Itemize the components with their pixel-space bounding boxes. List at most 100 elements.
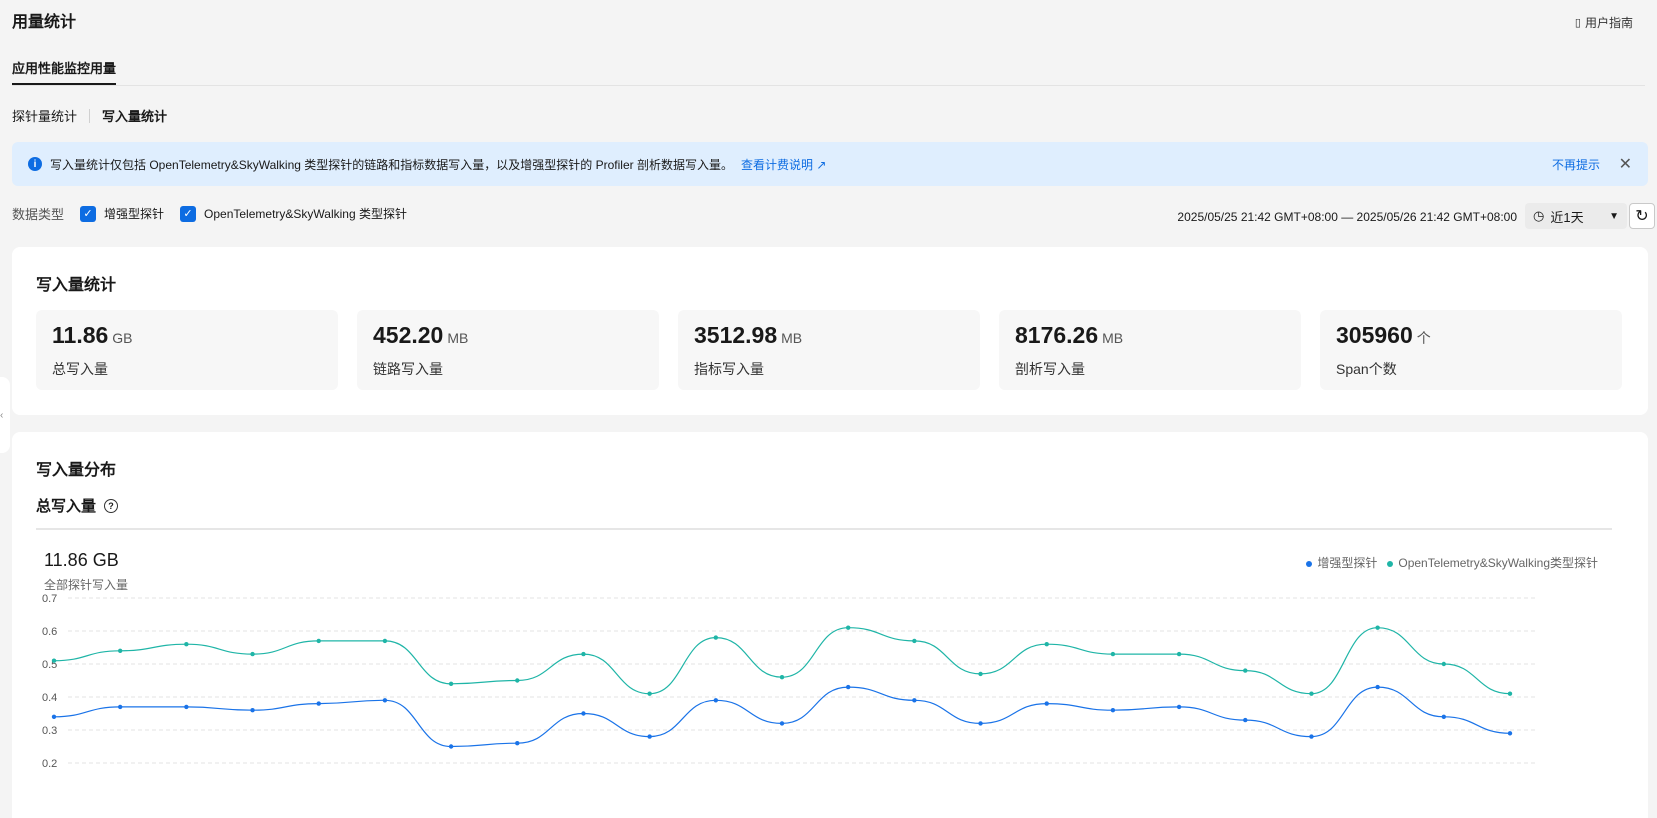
stat-unit: MB — [781, 330, 803, 346]
data-point — [1243, 717, 1248, 723]
data-point — [448, 681, 454, 686]
checkbox-label: 增强型探针 — [104, 207, 165, 221]
data-point — [647, 691, 652, 696]
data-point — [515, 741, 520, 746]
data-point — [978, 721, 983, 726]
stat-value: 3512.98 — [694, 322, 778, 348]
stat-label: 剖析写入量 — [1015, 361, 1085, 377]
checkbox-otel-probe[interactable]: ✓ OpenTelemetry&SkyWalking 类型探针 — [180, 205, 407, 222]
stat-label: 指标写入量 — [694, 361, 764, 377]
time-range-text: 2025/05/25 21:42 GMT+08:00 — 2025/05/26 … — [1177, 210, 1517, 224]
stat-span-count: 305960 个 Span个数 — [1320, 310, 1622, 390]
stat-value: 452.20 — [373, 322, 444, 348]
data-point — [51, 658, 57, 663]
data-point — [845, 625, 851, 630]
checkbox-checked-icon[interactable]: ✓ — [80, 205, 97, 222]
data-point — [316, 701, 321, 706]
tab-bar: 应用性能监控用量 — [12, 56, 1645, 86]
data-point — [1375, 625, 1380, 630]
stat-label: 链路写入量 — [373, 361, 443, 377]
billing-link[interactable]: 查看计费说明 ↗ — [741, 156, 826, 173]
page-title: 用量统计 — [12, 14, 77, 31]
data-point — [117, 648, 123, 653]
dont-show-again-button[interactable]: 不再提示 — [1552, 156, 1600, 173]
data-point — [1044, 642, 1049, 647]
data-point — [1110, 651, 1116, 657]
data-point — [1176, 704, 1182, 710]
data-point — [1309, 691, 1314, 696]
subtab-probe-stats[interactable]: 探针量统计 — [12, 106, 77, 125]
stat-metric: 3512.98 MB 指标写入量 — [678, 310, 980, 390]
checkbox-checked-icon[interactable]: ✓ — [180, 205, 197, 222]
chart-total-value: 11.86 GB — [44, 550, 119, 570]
data-point — [713, 635, 719, 640]
data-point — [1507, 731, 1513, 736]
tab-apm-usage[interactable]: 应用性能监控用量 — [12, 58, 117, 85]
data-point — [978, 671, 983, 677]
write-distribution-card: 写入量分布 总写入量 ? 11.86 GB 全部探针写入量 增强型探针 Open… — [12, 432, 1648, 818]
divider — [36, 528, 1612, 530]
data-point — [184, 704, 189, 710]
data-point — [382, 638, 388, 644]
total-write-subtitle: 总写入量 ? — [36, 495, 119, 516]
data-type-filter: 数据类型 ✓ 增强型探针 ✓ OpenTelemetry&SkyWalking … — [12, 204, 423, 223]
write-distribution-chart: (GB)0.70.60.50.40.30.2 — [42, 593, 1538, 770]
data-point — [1243, 668, 1248, 673]
legend-item-otel[interactable]: OpenTelemetry&SkyWalking类型探针 — [1387, 554, 1598, 571]
data-point — [117, 704, 123, 710]
info-icon: i — [28, 157, 42, 171]
data-point — [316, 638, 321, 644]
stat-label: Span个数 — [1336, 361, 1397, 377]
data-point — [845, 684, 851, 690]
series-line-1 — [53, 627, 1511, 695]
stat-value: 305960 — [1336, 322, 1413, 348]
sidebar-collapse-handle[interactable]: ‹ — [0, 377, 10, 453]
data-point — [1441, 714, 1447, 719]
data-point — [448, 744, 454, 749]
distribution-title: 写入量分布 — [36, 462, 117, 479]
data-point — [779, 721, 785, 726]
data-point — [912, 638, 917, 644]
clock-icon: ◷ — [1533, 208, 1545, 223]
checkbox-label: OpenTelemetry&SkyWalking 类型探针 — [204, 207, 407, 221]
y-tick-label: 0.4 — [42, 692, 57, 704]
document-icon: ▯ — [1574, 17, 1581, 29]
stat-unit: 个 — [1416, 330, 1431, 346]
time-preset-value: 近1天 — [1550, 209, 1584, 225]
data-point — [250, 708, 255, 713]
user-guide-label: 用户指南 — [1584, 16, 1633, 30]
data-point — [581, 711, 586, 716]
help-icon[interactable]: ? — [104, 498, 119, 513]
y-tick-label: 0.2 — [42, 758, 57, 770]
data-point — [581, 651, 586, 657]
data-point — [1441, 661, 1447, 667]
data-point — [1110, 708, 1116, 713]
subtab-write-stats[interactable]: 写入量统计 — [102, 106, 167, 125]
data-point — [51, 714, 57, 719]
data-point — [1044, 701, 1049, 706]
time-preset-select[interactable]: ◷ 近1天 ▼ — [1525, 203, 1627, 229]
stat-total: 11.86 GB 总写入量 — [36, 310, 338, 390]
close-icon[interactable]: ✕ — [1619, 154, 1632, 174]
data-point — [184, 642, 189, 647]
y-tick-label: 0.3 — [42, 725, 57, 737]
stat-unit: MB — [1102, 330, 1124, 346]
data-point — [647, 734, 652, 739]
stat-unit: MB — [447, 330, 469, 346]
write-stats-title: 写入量统计 — [36, 277, 117, 294]
data-point — [515, 678, 520, 683]
info-banner: i 写入量统计仅包括 OpenTelemetry&SkyWalking 类型探针… — [12, 142, 1648, 186]
subtitle-text: 总写入量 — [36, 498, 97, 515]
legend-item-enhanced[interactable]: 增强型探针 — [1306, 554, 1377, 571]
data-type-label: 数据类型 — [12, 207, 65, 222]
data-point — [912, 698, 917, 703]
subtab-bar: 探针量统计 写入量统计 — [12, 106, 167, 125]
write-stats-card: 写入量统计 11.86 GB 总写入量 452.20 MB 链路写入量 3512.9… — [12, 247, 1648, 415]
y-tick-label: 0.7 — [42, 593, 57, 605]
user-guide-link[interactable]: ▯ 用户指南 — [1575, 14, 1633, 31]
refresh-button[interactable]: ↻ — [1629, 203, 1655, 229]
info-banner-text: 写入量统计仅包括 OpenTelemetry&SkyWalking 类型探针的链… — [50, 157, 733, 172]
checkbox-enhanced-probe[interactable]: ✓ 增强型探针 — [80, 205, 164, 222]
series-line-0 — [53, 686, 1511, 748]
refresh-icon: ↻ — [1635, 208, 1649, 225]
